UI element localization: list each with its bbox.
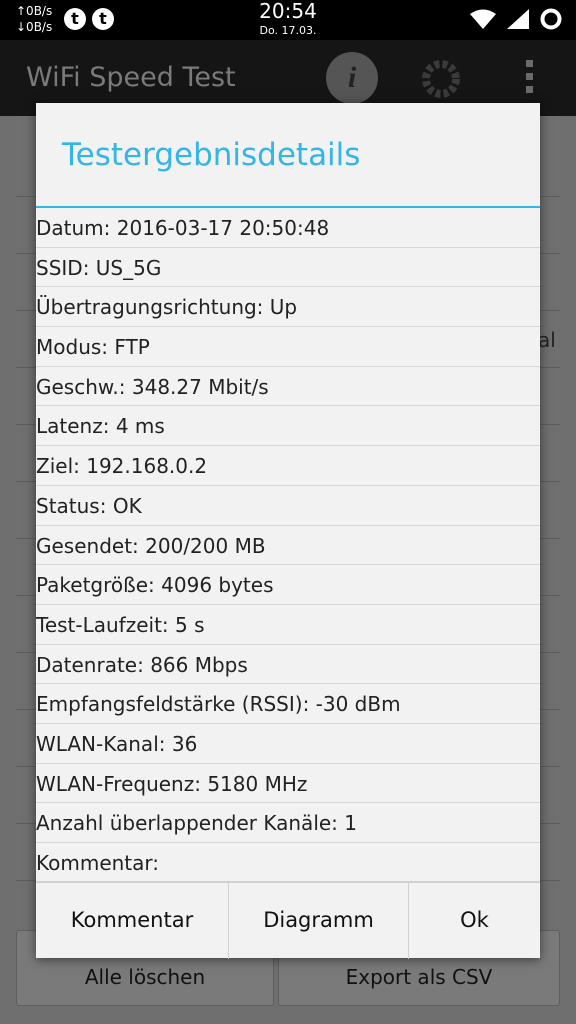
detail-direction: Übertragungsrichtung: Up: [36, 287, 540, 328]
detail-latency: Latenz: 4 ms: [36, 406, 540, 447]
detail-channel: WLAN-Kanal: 36: [36, 724, 540, 764]
chart-button[interactable]: Diagramm: [229, 882, 409, 959]
settings-gear-icon[interactable]: [416, 54, 466, 104]
detail-data-rate: Datenrate: 866 Mbps: [36, 645, 540, 685]
detail-target: Ziel: 192.168.0.2: [36, 446, 540, 486]
info-icon[interactable]: i: [326, 52, 378, 104]
detail-overlapping-channels: Anzahl überlappender Kanäle: 1: [36, 803, 540, 843]
detail-comment: Kommentar:: [36, 843, 540, 883]
status-bar: ↑0B/s ↓0B/s t t 20:54 Do. 17.03.: [0, 0, 576, 40]
app-title: WiFi Speed Test: [26, 62, 236, 93]
system-icons: [464, 8, 562, 32]
cell-signal-icon: [506, 9, 529, 29]
detail-speed: Geschw.: 348.27 Mbit/s: [36, 367, 540, 407]
dialog-title: Testergebnisdetails: [62, 137, 361, 173]
details-list: Datum: 2016-03-17 20:50:48 SSID: US_5G Ü…: [36, 208, 540, 883]
overflow-menu-icon[interactable]: [526, 60, 534, 99]
comment-button[interactable]: Kommentar: [36, 882, 229, 959]
dialog-button-bar: Kommentar Diagramm Ok: [36, 881, 540, 959]
detail-date: Datum: 2016-03-17 20:50:48: [36, 208, 540, 248]
detail-duration: Test-Laufzeit: 5 s: [36, 605, 540, 645]
test-result-details-dialog: Testergebnisdetails Datum: 2016-03-17 20…: [36, 103, 540, 959]
wifi-icon: [469, 9, 496, 29]
detail-rssi: Empfangsfeldstärke (RSSI): -30 dBm: [36, 684, 540, 724]
detail-sent: Gesendet: 200/200 MB: [36, 526, 540, 566]
ok-button[interactable]: Ok: [409, 882, 540, 959]
detail-status: Status: OK: [36, 486, 540, 526]
column-header-fragment: al: [538, 328, 556, 352]
detail-mode: Modus: FTP: [36, 327, 540, 367]
detail-ssid: SSID: US_5G: [36, 248, 540, 288]
battery-ring-icon: [540, 8, 562, 30]
detail-frequency: WLAN-Frequenz: 5180 MHz: [36, 764, 540, 804]
detail-packet-size: Paketgröße: 4096 bytes: [36, 565, 540, 605]
